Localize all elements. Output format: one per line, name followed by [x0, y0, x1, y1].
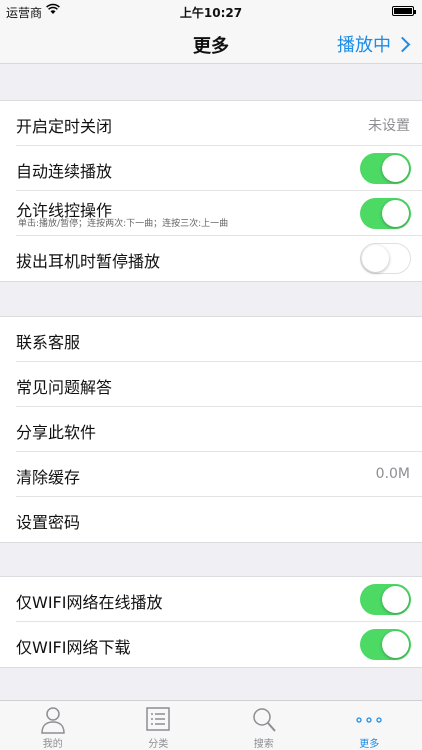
- person-icon: [0, 706, 106, 736]
- chevron-right-icon: [394, 36, 411, 52]
- now-playing-label: 播放中: [337, 35, 391, 56]
- remote-control-toggle[interactable]: [360, 198, 411, 229]
- timer-off-value: 未设置: [368, 118, 410, 134]
- tab-category[interactable]: 分类: [106, 701, 212, 750]
- wifi-only-stream-row: 仅WIFI网络在线播放: [0, 577, 422, 622]
- timer-off-label: 开启定时关闭: [16, 117, 113, 136]
- list-icon: [106, 706, 212, 736]
- faq-row[interactable]: 常见问题解答: [0, 362, 422, 407]
- tab-search[interactable]: 搜索: [211, 701, 317, 750]
- wifi-only-download-row: 仅WIFI网络下载: [0, 622, 422, 667]
- status-bar: 运营商 上午10:27: [0, 0, 422, 22]
- tab-category-label: 分类: [148, 739, 169, 750]
- auto-continuous-play-row: 自动连续播放: [0, 146, 422, 191]
- toggle-knob: [362, 245, 389, 272]
- wifi-only-stream-toggle[interactable]: [360, 584, 411, 615]
- cache-size-value: 0.0M: [375, 466, 410, 482]
- toggle-knob: [382, 631, 409, 658]
- unplug-pause-label: 拔出耳机时暂停播放: [16, 252, 161, 271]
- toggle-knob: [382, 155, 409, 182]
- faq-label: 常见问题解答: [16, 378, 113, 397]
- timer-off-row[interactable]: 开启定时关闭 未设置: [0, 101, 422, 146]
- unplug-pause-row: 拔出耳机时暂停播放: [0, 236, 422, 281]
- tab-mine-label: 我的: [42, 739, 63, 750]
- more-dots-icon: [317, 706, 422, 736]
- tab-bar: 我的 分类 搜索 更多: [0, 700, 422, 750]
- set-password-row[interactable]: 设置密码: [0, 497, 422, 542]
- clear-cache-label: 清除缓存: [16, 468, 81, 487]
- clock: 上午10:27: [179, 6, 243, 20]
- contact-support-row[interactable]: 联系客服: [0, 317, 422, 362]
- navigation-bar: 更多 播放中: [0, 22, 422, 64]
- tab-mine[interactable]: 我的: [0, 701, 106, 750]
- unplug-pause-toggle[interactable]: [360, 243, 411, 274]
- contact-support-label: 联系客服: [16, 333, 81, 352]
- tab-more[interactable]: 更多: [317, 701, 422, 750]
- support-group: 联系客服 常见问题解答 分享此软件 清除缓存 0.0M 设置密码: [0, 316, 422, 543]
- toggle-knob: [382, 200, 409, 227]
- search-icon: [211, 706, 317, 736]
- wifi-only-stream-label: 仅WIFI网络在线播放: [16, 593, 163, 612]
- battery-icon: [392, 6, 416, 16]
- clear-cache-row[interactable]: 清除缓存 0.0M: [0, 452, 422, 497]
- tab-more-label: 更多: [359, 739, 380, 750]
- now-playing-button[interactable]: 播放中: [337, 31, 411, 57]
- remote-control-row: 允许线控操作 单击:播放/暂停；连按两次:下一曲；连按三次:上一曲: [0, 191, 422, 236]
- network-group: 仅WIFI网络在线播放 仅WIFI网络下载: [0, 576, 422, 668]
- share-app-row[interactable]: 分享此软件: [0, 407, 422, 452]
- share-app-label: 分享此软件: [16, 423, 97, 442]
- remote-control-hint: 单击:播放/暂停；连按两次:下一曲；连按三次:上一曲: [18, 219, 229, 229]
- wifi-only-download-toggle[interactable]: [360, 629, 411, 660]
- toggle-knob: [382, 586, 409, 613]
- playback-settings-group: 开启定时关闭 未设置 自动连续播放 允许线控操作 单击:播放/暂停；连按两次:下…: [0, 100, 422, 282]
- wifi-only-download-label: 仅WIFI网络下载: [16, 638, 131, 657]
- auto-continuous-play-toggle[interactable]: [360, 153, 411, 184]
- tab-search-label: 搜索: [253, 739, 274, 750]
- auto-continuous-play-label: 自动连续播放: [16, 162, 113, 181]
- set-password-label: 设置密码: [16, 513, 81, 532]
